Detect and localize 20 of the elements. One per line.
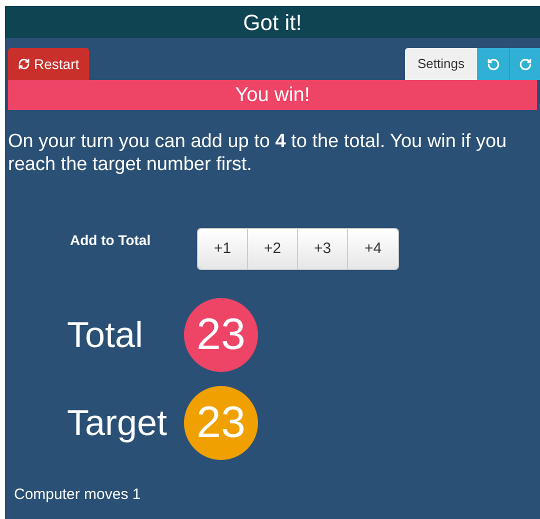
add-button[interactable]: +1 [198,229,248,269]
instructions-text: On your turn you can add up to 4 to the total. You win if you reach the target number first. [7,130,508,176]
refresh-icon [18,58,30,70]
target-value: 23 [184,386,258,460]
redo-button[interactable] [510,48,540,80]
add-label: Add to Total [70,231,152,250]
total-value: 23 [184,298,258,372]
add-button[interactable]: +2 [248,229,298,269]
add-button[interactable]: +3 [298,229,348,269]
add-button[interactable]: +4 [348,229,398,269]
settings-button[interactable]: Settings [405,48,477,80]
total-label: Total [67,313,144,357]
restart-button[interactable]: Restart [8,48,90,80]
undo-icon [486,58,500,70]
redo-icon [518,58,532,70]
target-label: Target [67,401,168,445]
header-bar: Got it! [5,6,540,38]
win-banner: You win! [8,80,537,110]
undo-button[interactable] [477,48,510,80]
status-text: Computer moves 1 [13,485,142,505]
